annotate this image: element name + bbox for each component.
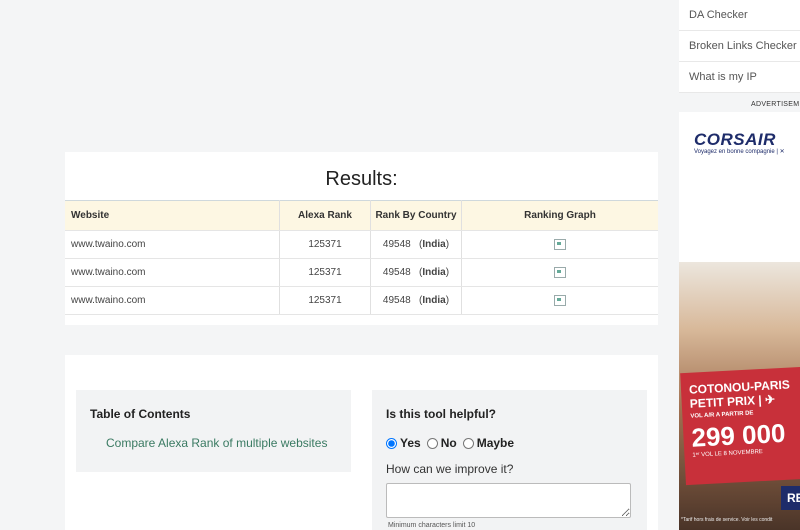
option-maybe[interactable]: Maybe: [462, 436, 515, 450]
header-alexa-rank: Alexa Rank: [279, 200, 371, 231]
header-website: Website: [65, 200, 280, 231]
radio-yes[interactable]: [386, 437, 397, 449]
country-name: India: [422, 295, 446, 306]
feedback-title: Is this tool helpful?: [386, 407, 496, 421]
country-rank-value: 49548: [382, 239, 411, 250]
broken-image-icon: [554, 294, 566, 306]
improve-prompt: How can we improve it?: [386, 462, 514, 476]
feedback-textarea[interactable]: [386, 483, 631, 518]
ad-footnote: *Tarif hors frais de service. Voir les c…: [681, 517, 773, 523]
radio-maybe[interactable]: [462, 437, 474, 449]
results-card: Results: Website Alexa Rank Rank By Coun…: [65, 152, 658, 325]
header-rank-by-country: Rank By Country: [370, 200, 462, 231]
ad-price-banner: COTONOU-PARIS PETIT PRIX | ✈ VOL A/R A P…: [680, 366, 800, 486]
ad-petit-prix: PETIT PRIX | ✈: [689, 392, 776, 411]
option-yes-label: Yes: [400, 436, 421, 450]
sidebar-item-broken-links-checker[interactable]: Broken Links Checker: [679, 31, 800, 62]
ad-price: 299 000: [690, 417, 787, 453]
header-ranking-graph: Ranking Graph: [461, 200, 658, 231]
cell-ranking-graph: [461, 230, 658, 259]
table-row: www.twaino.com 125371 49548 (India): [65, 286, 658, 315]
sidebar-item-da-checker[interactable]: DA Checker: [679, 0, 800, 31]
ad-tagline: Voyagez en bonne compagnie | ✕: [694, 149, 785, 155]
cell-website: www.twaino.com: [65, 230, 280, 259]
radio-no[interactable]: [426, 437, 438, 449]
cell-rank-by-country: 49548 (India): [370, 258, 462, 287]
ad-cta-button[interactable]: RE: [781, 486, 800, 510]
broken-image-icon: [554, 266, 566, 278]
ad-logo: CORSAIR: [694, 130, 776, 149]
option-yes[interactable]: Yes: [386, 436, 421, 450]
cell-rank-by-country: 49548 (India): [370, 230, 462, 259]
cell-alexa-rank: 125371: [279, 230, 371, 259]
cell-website: www.twaino.com: [65, 258, 280, 287]
toc-title: Table of Contents: [90, 407, 191, 421]
toc-link-compare[interactable]: Compare Alexa Rank of multiple websites: [106, 436, 327, 450]
sidebar-item-what-is-my-ip[interactable]: What is my IP: [679, 62, 800, 93]
feedback-options: Yes No Maybe: [386, 436, 520, 450]
cell-alexa-rank: 125371: [279, 286, 371, 315]
ad-from-label: VOL A/R A PARTIR DE: [690, 410, 754, 420]
cell-website: www.twaino.com: [65, 286, 280, 315]
table-row: www.twaino.com 125371 49548 (India): [65, 258, 658, 287]
table-header-row: Website Alexa Rank Rank By Country Ranki…: [65, 200, 658, 231]
results-table: Website Alexa Rank Rank By Country Ranki…: [65, 200, 658, 315]
advertisement-label: ADVERTISEM: [751, 101, 800, 108]
option-no[interactable]: No: [426, 436, 457, 450]
cell-alexa-rank: 125371: [279, 258, 371, 287]
results-title: Results:: [325, 168, 398, 190]
broken-image-icon: [554, 238, 566, 250]
table-row: www.twaino.com 125371 49548 (India): [65, 230, 658, 259]
country-name: India: [422, 267, 446, 278]
option-maybe-label: Maybe: [476, 436, 515, 450]
option-no-label: No: [440, 436, 457, 450]
feedback-box: Is this tool helpful? Yes No Maybe How c…: [372, 390, 647, 530]
min-chars-note: Minimum characters limit 10: [388, 522, 476, 529]
table-of-contents: Table of Contents Compare Alexa Rank of …: [76, 390, 351, 472]
country-name: India: [422, 239, 446, 250]
cell-ranking-graph: [461, 258, 658, 287]
country-rank-value: 49548: [382, 295, 411, 306]
country-rank-value: 49548: [382, 267, 411, 278]
sidebar-tools: DA Checker Broken Links Checker What is …: [679, 0, 800, 93]
advertisement[interactable]: CORSAIR Voyagez en bonne compagnie | ✕ C…: [679, 112, 800, 530]
cell-ranking-graph: [461, 286, 658, 315]
cell-rank-by-country: 49548 (India): [370, 286, 462, 315]
